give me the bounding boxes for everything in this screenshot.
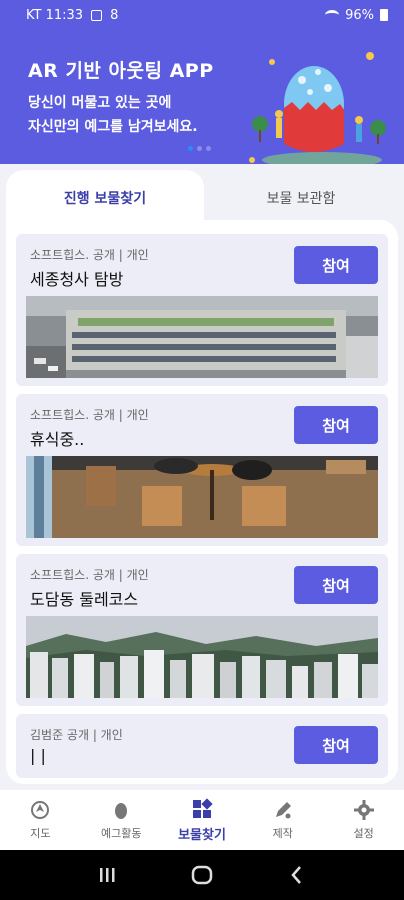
carrier-time: KT 11:33 bbox=[26, 7, 84, 23]
nav-label: 보물찾기 bbox=[178, 827, 226, 843]
system-navigation-bar bbox=[0, 850, 404, 900]
banner-title: AR 기반 아웃팅 APP bbox=[28, 60, 214, 82]
tab-active-treasure-hunt[interactable]: 진행 보물찾기 bbox=[6, 170, 204, 226]
battery-percent: 96% bbox=[345, 7, 374, 23]
nav-item-treasure-hunt[interactable]: 보물찾기 bbox=[162, 790, 243, 850]
back-icon[interactable] bbox=[284, 862, 310, 888]
banner-pager-dots[interactable] bbox=[188, 146, 211, 151]
nav-label: 예그활동 bbox=[100, 827, 142, 840]
nav-label: 제작 bbox=[272, 827, 293, 840]
join-button[interactable]: 참여 bbox=[294, 246, 378, 284]
status-left: KT 11:33 8 bbox=[26, 8, 118, 23]
nav-item-settings[interactable]: 설정 bbox=[323, 790, 404, 850]
treasure-icon bbox=[192, 797, 213, 818]
recent-apps-icon[interactable] bbox=[94, 862, 120, 888]
card-title: 세종청사 탐방 bbox=[30, 270, 124, 289]
card-meta: 김범준 공개 | 개인 bbox=[30, 728, 123, 742]
banner-dot[interactable] bbox=[197, 146, 202, 151]
main-content: 진행 보물찾기 보물 보관함 소프트힙스. 공개 | 개인 세종청사 탐방 참여 bbox=[0, 164, 404, 790]
status-right: 96% bbox=[325, 8, 388, 23]
building-photo bbox=[26, 296, 378, 378]
card-meta: 소프트힙스. 공개 | 개인 bbox=[30, 248, 149, 262]
battery-icon bbox=[380, 9, 388, 21]
nav-item-create[interactable]: 제작 bbox=[242, 790, 323, 850]
home-icon[interactable] bbox=[189, 862, 215, 888]
wifi-icon bbox=[325, 10, 340, 20]
create-icon bbox=[275, 802, 291, 819]
treasure-card[interactable]: 김범준 공개 | 개인 | | 참여 bbox=[16, 714, 388, 778]
card-meta: 소프트힙스. 공개 | 개인 bbox=[30, 408, 149, 422]
join-button[interactable]: 참여 bbox=[294, 566, 378, 604]
nav-item-map[interactable]: 지도 bbox=[0, 790, 81, 850]
gear-icon bbox=[353, 800, 374, 820]
egg-illustration bbox=[249, 52, 386, 164]
nav-label: 지도 bbox=[30, 827, 51, 840]
nav-item-egg-activity[interactable]: 예그활동 bbox=[81, 790, 162, 850]
card-meta: 소프트힙스. 공개 | 개인 bbox=[30, 568, 149, 582]
cafe-photo bbox=[26, 456, 378, 538]
banner-dot[interactable] bbox=[188, 146, 193, 151]
tab-bar: 진행 보물찾기 보물 보관함 bbox=[6, 170, 398, 226]
tab-treasure-storage[interactable]: 보물 보관함 bbox=[204, 170, 398, 226]
card-title: 도담동 둘레코스 bbox=[30, 590, 139, 609]
status-bar: KT 11:33 8 96% bbox=[0, 0, 404, 30]
treasure-list[interactable]: 소프트힙스. 공개 | 개인 세종청사 탐방 참여 소프트힙스. 공개 | 개인… bbox=[6, 220, 398, 784]
card-title: | | bbox=[30, 746, 46, 765]
promo-banner[interactable]: AR 기반 아웃팅 APP 당신이 머물고 있는 곳에 자신만의 예그를 남겨보… bbox=[0, 30, 404, 164]
banner-subtitle-line1: 당신이 머물고 있는 곳에 bbox=[28, 95, 172, 111]
city-mountain-photo bbox=[26, 616, 378, 698]
card-title: 휴식중.. bbox=[30, 430, 85, 449]
nav-label: 설정 bbox=[353, 827, 374, 840]
treasure-card[interactable]: 소프트힙스. 공개 | 개인 세종청사 탐방 참여 bbox=[16, 234, 388, 386]
gallery-notification-icon bbox=[91, 9, 103, 21]
notification-badge: 8 bbox=[110, 7, 119, 23]
egg-icon bbox=[115, 803, 128, 819]
treasure-card[interactable]: 소프트힙스. 공개 | 개인 도담동 둘레코스 참여 bbox=[16, 554, 388, 706]
bottom-navigation: 지도 예그활동 보물찾기 제작 설정 bbox=[0, 790, 404, 850]
banner-dot[interactable] bbox=[206, 146, 211, 151]
map-icon bbox=[31, 801, 50, 819]
join-button[interactable]: 참여 bbox=[294, 406, 378, 444]
join-button[interactable]: 참여 bbox=[294, 726, 378, 764]
treasure-card[interactable]: 소프트힙스. 공개 | 개인 휴식중.. 참여 bbox=[16, 394, 388, 546]
banner-subtitle-line2: 자신만의 예그를 남겨보세요. bbox=[28, 119, 198, 135]
